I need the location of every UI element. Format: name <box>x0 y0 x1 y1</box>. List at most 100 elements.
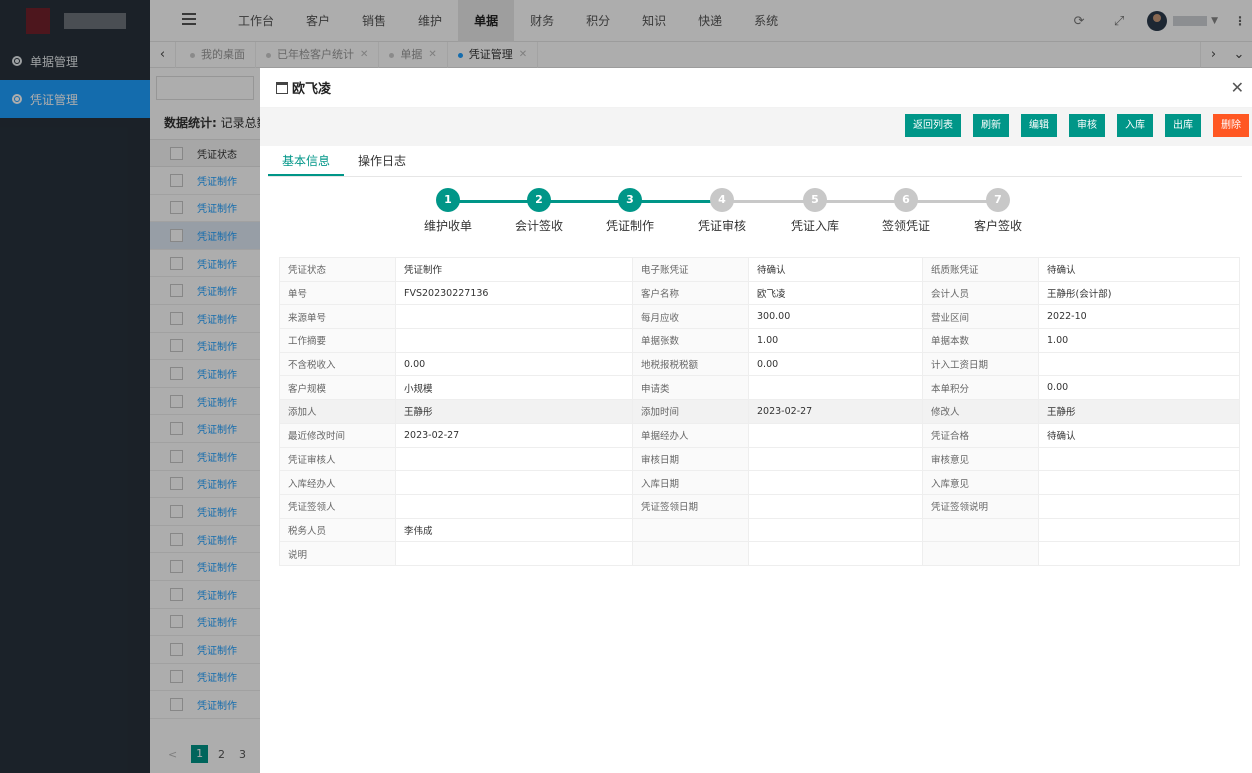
step-5: 5 凭证入库 <box>780 188 850 234</box>
field-label: 审核日期 <box>632 446 749 472</box>
review-button[interactable]: 审核 <box>1069 114 1105 137</box>
field-value <box>748 422 923 448</box>
field-label: 单据经办人 <box>632 422 749 448</box>
field-value: 2023-02-27 <box>748 399 923 424</box>
field-label: 申请类 <box>632 375 749 401</box>
field-label: 添加时间 <box>632 399 749 424</box>
field-label: 单据本数 <box>922 328 1039 353</box>
field-label: 会计人员 <box>922 280 1039 306</box>
stock-out-button[interactable]: 出库 <box>1165 114 1201 137</box>
field-value: 2022-10 <box>1038 304 1240 330</box>
step-line-todo <box>722 200 995 203</box>
field-label <box>922 541 1039 566</box>
step-number: 5 <box>803 188 827 212</box>
back-to-list-button[interactable]: 返回列表 <box>905 114 961 137</box>
field-label: 凭证签领日期 <box>632 493 749 519</box>
step-label: 会计签收 <box>514 219 563 233</box>
field-value <box>1038 351 1240 377</box>
step-label: 凭证入库 <box>790 219 839 233</box>
field-value: 0.00 <box>1038 375 1240 401</box>
step-number: 2 <box>527 188 551 212</box>
field-label: 凭证审核人 <box>279 446 396 472</box>
field-label: 说明 <box>279 541 396 566</box>
stock-in-button[interactable]: 入库 <box>1117 114 1153 137</box>
field-label: 不含税收入 <box>279 351 396 377</box>
info-row: 税务人员 李伟成 <box>279 517 1240 543</box>
panel-header: 欧飞凌 <box>260 68 1252 108</box>
edit-button[interactable]: 编辑 <box>1021 114 1057 137</box>
tab-basic-info[interactable]: 基本信息 <box>268 148 345 176</box>
field-label: 本单积分 <box>922 375 1039 401</box>
field-value: 小规模 <box>395 375 633 401</box>
action-toolbar: 返回列表 刷新 编辑 审核 入库 出库 删除 <box>260 108 1252 146</box>
step-line-done <box>450 200 722 203</box>
field-label: 凭证状态 <box>279 257 396 282</box>
field-label: 入库日期 <box>632 470 749 495</box>
voucher-detail-panel: 欧飞凌 ✕ 返回列表 刷新 编辑 审核 入库 出库 删除 基本信息 操作日志 1… <box>260 68 1252 773</box>
step-1: 1 维护收单 <box>413 188 483 234</box>
info-row: 入库经办人 入库日期 入库意见 <box>279 470 1240 495</box>
field-value: 1.00 <box>748 328 923 353</box>
field-value: 2023-02-27 <box>395 422 633 448</box>
step-2: 2 会计签收 <box>504 188 574 234</box>
info-row: 不含税收入 0.00 地税报税税额 0.00 计入工资日期 <box>279 351 1240 377</box>
field-value <box>1038 541 1240 566</box>
close-icon[interactable]: ✕ <box>1231 78 1244 97</box>
info-row: 来源单号 每月应收 300.00 营业区间 2022-10 <box>279 304 1240 330</box>
info-row: 最近修改时间 2023-02-27 单据经办人 凭证合格 待确认 <box>279 422 1240 448</box>
field-value <box>395 493 633 519</box>
info-row: 凭证签领人 凭证签领日期 凭证签领说明 <box>279 493 1240 519</box>
step-number: 1 <box>436 188 460 212</box>
step-number: 4 <box>710 188 734 212</box>
field-label: 电子账凭证 <box>632 257 749 282</box>
field-value <box>395 304 633 330</box>
step-label: 维护收单 <box>423 219 472 233</box>
field-value: 0.00 <box>748 351 923 377</box>
field-label: 工作摘要 <box>279 328 396 353</box>
field-value: 王静彤(会计部) <box>1038 280 1240 306</box>
info-row: 凭证审核人 审核日期 审核意见 <box>279 446 1240 472</box>
field-value <box>748 517 923 543</box>
field-label: 添加人 <box>279 399 396 424</box>
field-value: 待确认 <box>1038 257 1240 282</box>
refresh-button[interactable]: 刷新 <box>973 114 1009 137</box>
field-label: 修改人 <box>922 399 1039 424</box>
field-value <box>1038 517 1240 543</box>
field-value <box>748 493 923 519</box>
field-label: 凭证签领说明 <box>922 493 1039 519</box>
field-value <box>1038 493 1240 519</box>
field-value: 待确认 <box>1038 422 1240 448</box>
tab-operation-log[interactable]: 操作日志 <box>344 148 420 176</box>
delete-button[interactable]: 删除 <box>1213 114 1249 137</box>
step-label: 凭证制作 <box>605 219 654 233</box>
field-value: 1.00 <box>1038 328 1240 353</box>
field-label: 最近修改时间 <box>279 422 396 448</box>
field-label <box>632 541 749 566</box>
step-number: 6 <box>894 188 918 212</box>
field-label: 审核意见 <box>922 446 1039 472</box>
field-label: 每月应收 <box>632 304 749 330</box>
field-label <box>632 517 749 543</box>
info-row: 添加人 王静彤 添加时间 2023-02-27 修改人 王静彤 <box>279 399 1240 424</box>
field-value <box>1038 470 1240 495</box>
field-label: 计入工资日期 <box>922 351 1039 377</box>
progress-steps: 1 维护收单 2 会计签收 3 凭证制作 4 凭证审核 5 凭证入库 6 签领凭证 7 客户签… <box>424 188 1025 238</box>
info-row: 说明 <box>279 541 1240 566</box>
field-label: 税务人员 <box>279 517 396 543</box>
field-value <box>748 375 923 401</box>
field-label: 客户名称 <box>632 280 749 306</box>
field-value <box>748 541 923 566</box>
step-number: 3 <box>618 188 642 212</box>
detail-tabs: 基本信息 操作日志 <box>268 148 1242 177</box>
field-value: FVS20230227136 <box>395 280 633 306</box>
field-label: 入库经办人 <box>279 470 396 495</box>
field-label: 客户规模 <box>279 375 396 401</box>
field-value <box>748 470 923 495</box>
info-row: 单号 FVS20230227136 客户名称 欧飞凌 会计人员 王静彤(会计部) <box>279 280 1240 306</box>
step-label: 凭证审核 <box>697 219 746 233</box>
step-7: 7 客户签收 <box>963 188 1033 234</box>
field-label: 纸质账凭证 <box>922 257 1039 282</box>
field-label: 单据张数 <box>632 328 749 353</box>
step-label: 客户签收 <box>973 219 1022 233</box>
step-4: 4 凭证审核 <box>687 188 757 234</box>
